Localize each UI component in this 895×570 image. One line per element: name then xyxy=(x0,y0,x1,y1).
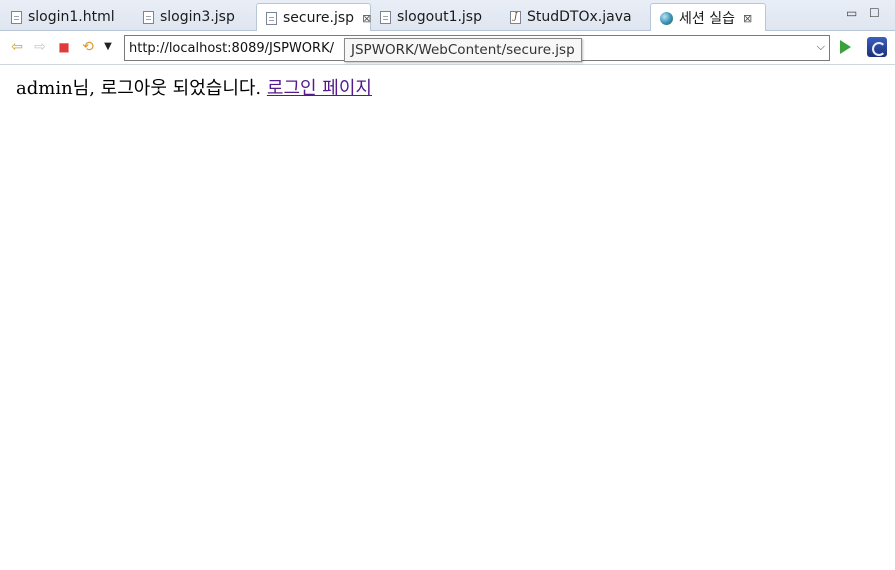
stop-icon[interactable]: ■ xyxy=(56,39,72,55)
tab-slogout1-jsp[interactable]: slogout1.jsp xyxy=(371,3,499,31)
file-icon xyxy=(380,10,391,24)
minimize-icon[interactable]: ▭ xyxy=(846,6,857,20)
tab-label: slogin1.html xyxy=(28,9,115,25)
tab-session-practice[interactable]: 세션 실습 ⊠ xyxy=(650,3,766,32)
page-content: admin님, 로그아웃 되었습니다. 로그인 페이지 xyxy=(0,66,895,570)
tab-label: StudDTOx.java xyxy=(527,9,632,25)
tab-studdtox-java[interactable]: J StudDTOx.java xyxy=(501,3,649,31)
tab-label: secure.jsp xyxy=(283,10,355,26)
go-icon[interactable] xyxy=(840,40,851,54)
tab-slogin3-jsp[interactable]: slogin3.jsp xyxy=(134,3,254,31)
java-file-icon: J xyxy=(510,10,521,24)
file-icon xyxy=(266,11,277,25)
tab-label: 세션 실습 xyxy=(679,11,735,27)
tab-secure-jsp[interactable]: secure.jsp ⊠ xyxy=(256,3,371,32)
tab-label: slogout1.jsp xyxy=(397,9,482,25)
refresh-icon[interactable]: ⟲ xyxy=(80,39,96,55)
login-page-link[interactable]: 로그인 페이지 xyxy=(267,78,372,99)
logout-message-text: admin님, 로그아웃 되었습니다. xyxy=(16,78,262,99)
chevron-down-icon[interactable]: ⌵ xyxy=(817,40,825,54)
back-arrow-icon[interactable]: ⇦ xyxy=(9,39,25,55)
globe-icon xyxy=(660,11,673,25)
close-tab-icon[interactable]: ⊠ xyxy=(362,13,371,24)
file-icon xyxy=(11,10,22,24)
forward-arrow-icon[interactable]: ⇨ xyxy=(32,39,48,55)
chevron-down-icon[interactable]: ▼ xyxy=(100,39,116,55)
editor-tab-bar: slogin1.html slogin3.jsp secure.jsp ⊠ sl… xyxy=(0,0,895,32)
tab-label: slogin3.jsp xyxy=(160,9,235,25)
close-tab-icon[interactable]: ⊠ xyxy=(743,13,752,24)
file-icon xyxy=(143,10,154,24)
address-tooltip: JSPWORK/WebContent/secure.jsp xyxy=(344,38,582,62)
logout-message: admin님, 로그아웃 되었습니다. 로그인 페이지 xyxy=(16,74,372,100)
tab-slogin1-html[interactable]: slogin1.html xyxy=(2,3,130,31)
maximize-icon[interactable]: ☐ xyxy=(869,6,880,20)
eclipse-icon[interactable] xyxy=(867,37,887,57)
